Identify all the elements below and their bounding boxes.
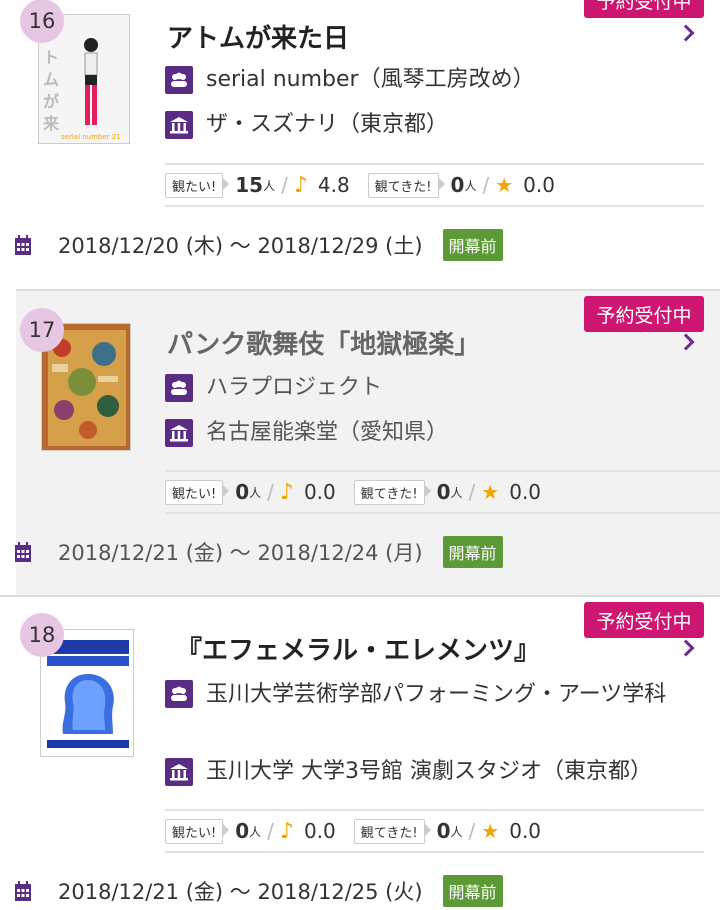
want-to-see-label[interactable]: 観たい! (165, 818, 230, 844)
venue-name[interactable]: 名古屋能楽堂（愛知県） (206, 417, 448, 449)
chevron-right-icon[interactable] (677, 333, 695, 351)
status-badge: 開幕前 (442, 536, 503, 568)
calendar-icon (15, 235, 31, 255)
venue-row: ザ・スズナリ（東京都） (165, 109, 700, 141)
company-name[interactable]: serial number（風琴工房改め） (206, 64, 535, 96)
company-row: serial number（風琴工房改め） (165, 64, 700, 96)
seen-unit: 人 (464, 178, 477, 193)
separator: / (267, 819, 274, 843)
company-name[interactable]: ハラプロジェクト (206, 372, 382, 404)
rank-badge: 18 (20, 613, 64, 657)
calendar-icon (15, 881, 31, 901)
separator: / (468, 480, 476, 504)
company-row: 玉川大学芸術学部パフォーミング・アーツ学科 (165, 678, 690, 712)
seen-rating: 0.0 (509, 480, 542, 504)
separator: / (482, 173, 490, 197)
star-icon: ★ (495, 173, 514, 197)
stats-bar: 観たい! 0人 / ♪ 0.0 観てきた! 0人 / ★ 0.0 (165, 470, 720, 514)
want-unit: 人 (263, 178, 276, 193)
event-title[interactable]: アトムが来た日 (167, 18, 349, 55)
want-to-see-label[interactable]: 観たい! (165, 479, 230, 505)
rank-badge: 16 (20, 0, 64, 43)
chevron-right-icon[interactable] (677, 639, 695, 657)
group-icon (165, 680, 193, 708)
svg-text:が: が (43, 92, 59, 111)
want-count: 15 (235, 173, 264, 197)
rank-badge: 17 (20, 308, 64, 352)
separator: / (267, 480, 274, 504)
date-range: 2018/12/20 (木) 〜 2018/12/29 (土) (58, 234, 423, 258)
svg-text:来: 来 (42, 114, 60, 133)
venue-name[interactable]: ザ・スズナリ（東京都） (206, 109, 448, 141)
svg-text:ト: ト (43, 48, 59, 67)
music-note-icon: ♪ (293, 172, 308, 198)
calendar-icon (15, 542, 31, 562)
music-note-icon: ♪ (279, 818, 294, 844)
group-icon (165, 66, 193, 94)
venue-name[interactable]: 玉川大学 大学3号館 演劇スタジオ（東京都） (206, 756, 652, 788)
svg-text:ム: ム (43, 70, 59, 89)
seen-rating: 0.0 (523, 173, 555, 197)
reservation-open-badge[interactable]: 予約受付中 (584, 296, 704, 332)
listing-item[interactable]: ト ム が 来 serial number 21 16 予約受付中 アトムが来た… (0, 0, 720, 283)
seen-count: 0 (450, 173, 465, 197)
seen-label[interactable]: 観てきた! (367, 172, 445, 198)
seen-unit: 人 (450, 824, 463, 839)
reservation-open-badge[interactable]: 予約受付中 (584, 0, 704, 18)
venue-icon (165, 758, 193, 786)
stats-bar: 観たい! 0人 / ♪ 0.0 観てきた! 0人 / ★ 0.0 (165, 809, 704, 853)
want-count: 0 (235, 819, 250, 843)
seen-count: 0 (436, 819, 451, 843)
date-row: 2018/12/21 (金) 〜 2018/12/24 (月) 開幕前 (14, 536, 503, 568)
listing-item[interactable]: 17 予約受付中 パンク歌舞伎「地獄極楽」 ハラプロジェクト 名古屋能楽堂（愛知… (14, 289, 720, 595)
seen-label[interactable]: 観てきた! (353, 479, 431, 505)
date-row: 2018/12/21 (金) 〜 2018/12/25 (火) 開幕前 (14, 875, 503, 907)
want-unit: 人 (249, 824, 262, 839)
want-rating: 4.8 (317, 173, 350, 197)
seen-unit: 人 (450, 485, 463, 500)
seen-count: 0 (436, 480, 451, 504)
chevron-right-icon[interactable] (677, 24, 695, 42)
venue-row: 玉川大学 大学3号館 演劇スタジオ（東京都） (165, 756, 700, 788)
star-icon: ★ (481, 819, 500, 843)
venue-icon (165, 111, 193, 139)
event-title[interactable]: パンク歌舞伎「地獄極楽」 (167, 324, 480, 361)
company-row: ハラプロジェクト (165, 372, 700, 404)
date-row: 2018/12/20 (木) 〜 2018/12/29 (土) 開幕前 (14, 229, 503, 261)
listing-item[interactable]: 18 予約受付中 『エフェメラル・エレメンツ』 玉川大学芸術学部パフォーミング・… (0, 595, 720, 910)
stats-bar: 観たい! 15 人 / ♪ 4.8 観てきた! 0人 / ★ 0.0 (165, 163, 704, 207)
want-to-see-label[interactable]: 観たい! (165, 172, 230, 198)
date-range: 2018/12/21 (金) 〜 2018/12/25 (火) (58, 880, 423, 904)
date-range: 2018/12/21 (金) 〜 2018/12/24 (月) (58, 541, 423, 565)
event-title[interactable]: 『エフェメラル・エレメンツ』 (176, 630, 540, 667)
want-rating: 0.0 (303, 480, 336, 504)
star-icon: ★ (481, 480, 500, 504)
separator: / (468, 819, 476, 843)
seen-label[interactable]: 観てきた! (353, 818, 431, 844)
group-icon (165, 374, 193, 402)
want-rating: 0.0 (303, 819, 336, 843)
company-name[interactable]: 玉川大学芸術学部パフォーミング・アーツ学科 (206, 678, 666, 712)
svg-text:serial number 21: serial number 21 (61, 133, 121, 141)
separator: / (281, 173, 288, 197)
music-note-icon: ♪ (279, 479, 294, 505)
status-badge: 開幕前 (442, 875, 503, 907)
want-count: 0 (235, 480, 250, 504)
reservation-open-badge[interactable]: 予約受付中 (584, 602, 704, 638)
seen-rating: 0.0 (509, 819, 542, 843)
venue-icon (165, 419, 193, 447)
status-badge: 開幕前 (442, 229, 503, 261)
want-unit: 人 (249, 485, 262, 500)
venue-row: 名古屋能楽堂（愛知県） (165, 417, 700, 449)
